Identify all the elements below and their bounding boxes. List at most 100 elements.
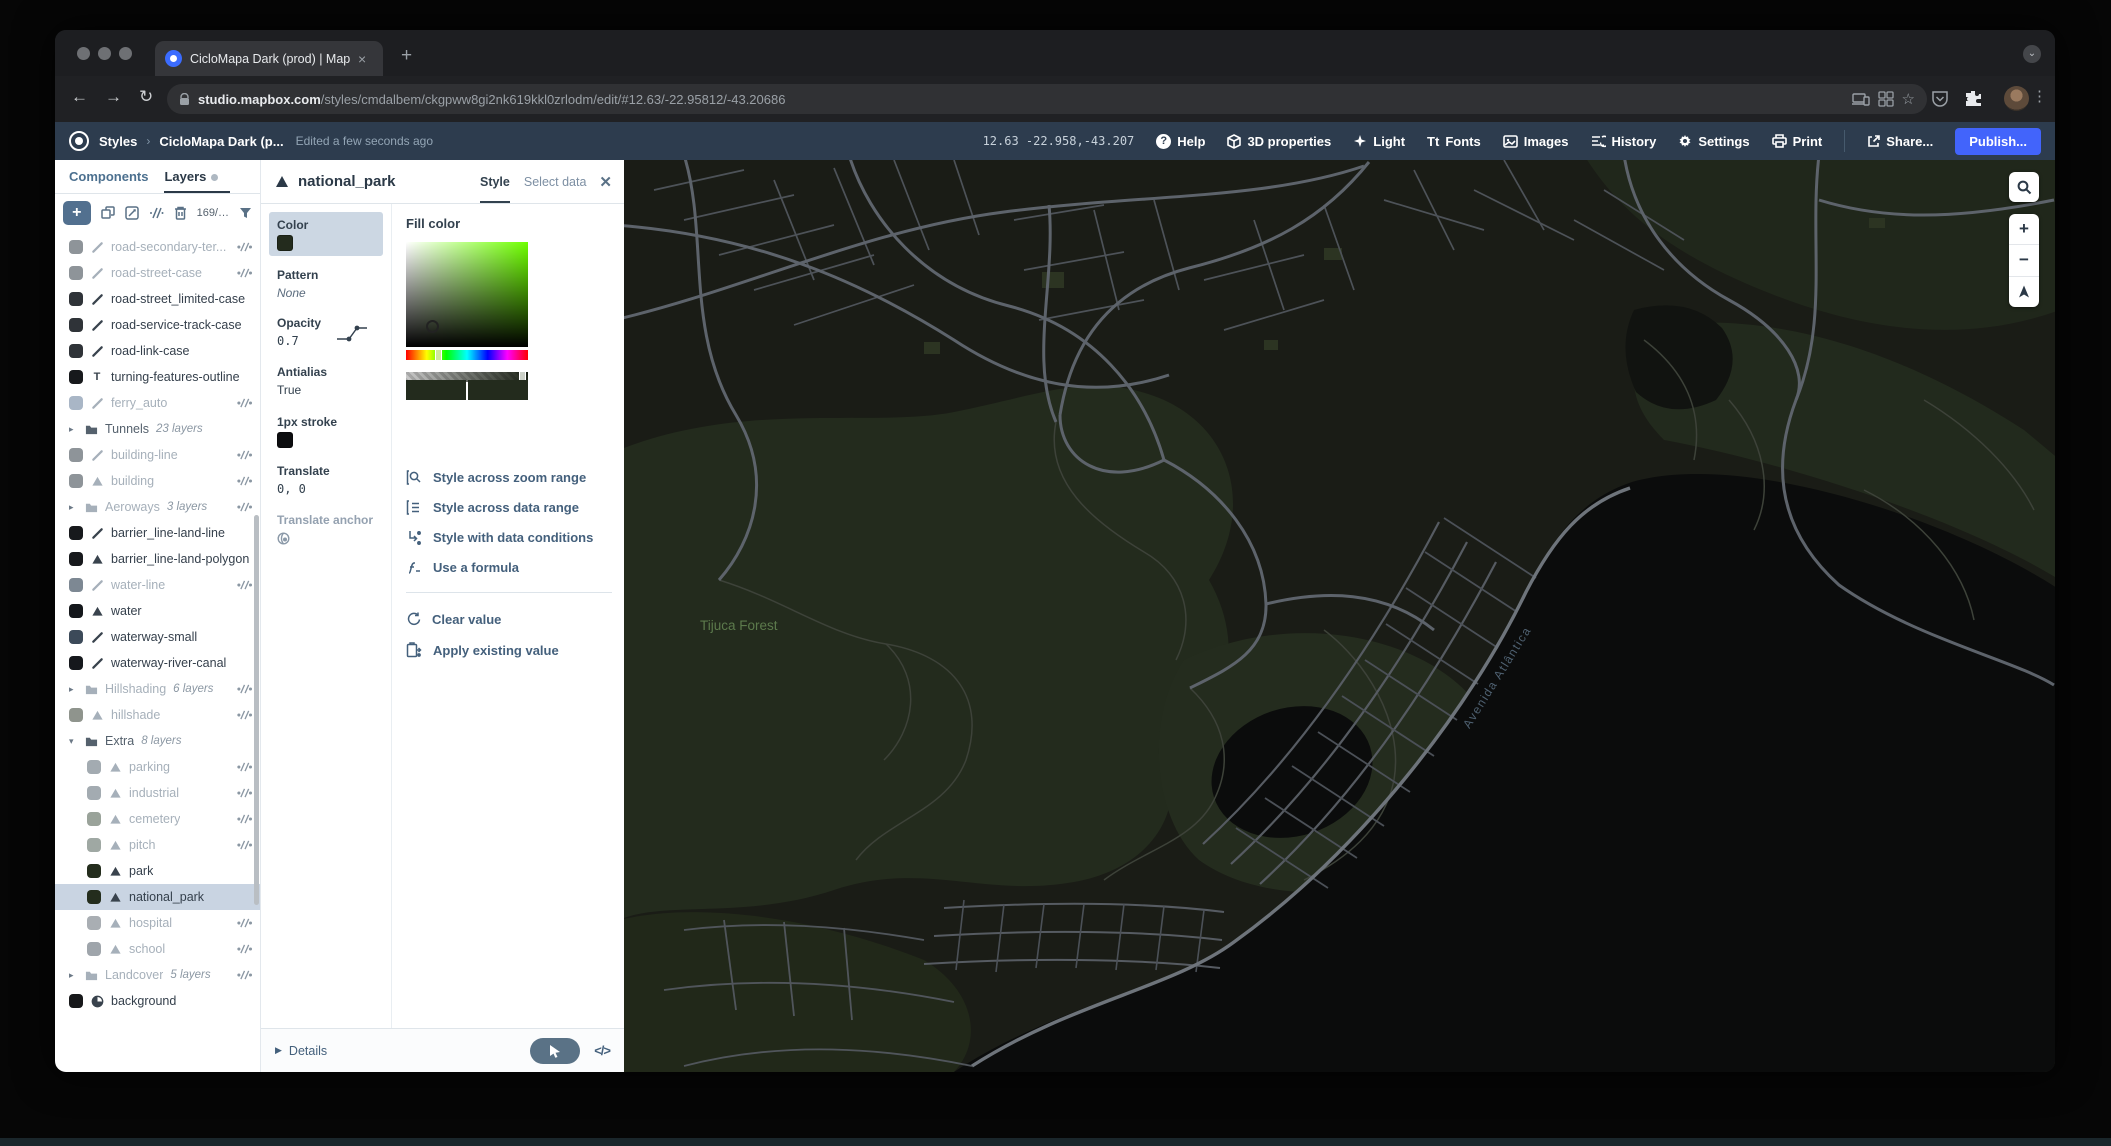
reload-button[interactable]: ↻ xyxy=(139,87,153,107)
delete-layer-icon[interactable] xyxy=(174,206,187,220)
layer-hidden-icon[interactable] xyxy=(237,918,252,928)
reading-mode-icon[interactable] xyxy=(1878,91,1894,107)
layer-hidden-icon[interactable] xyxy=(237,684,252,694)
layer-group-Landcover[interactable]: ▸Landcover5 layers xyxy=(55,962,260,988)
sidebar-scrollbar[interactable] xyxy=(254,515,259,905)
new-tab-button[interactable]: + xyxy=(401,46,412,65)
tab-style[interactable]: Style xyxy=(480,175,510,189)
layer-hidden-icon[interactable] xyxy=(237,242,252,252)
layer-row-water[interactable]: water xyxy=(55,598,260,624)
layer-hidden-icon[interactable] xyxy=(237,502,252,512)
layer-row-industrial[interactable]: industrial xyxy=(55,780,260,806)
url-bar[interactable]: studio.mapbox.com/styles/cmdalbem/ckgpww… xyxy=(167,84,1927,114)
extensions-puzzle-icon[interactable] xyxy=(1964,89,1983,108)
tab-close-icon[interactable]: × xyxy=(358,51,366,67)
layer-row-waterway-river-canal[interactable]: waterway-river-canal xyxy=(55,650,260,676)
caret-right-icon[interactable]: ▸ xyxy=(69,970,77,981)
layer-group-Aeroways[interactable]: ▸Aeroways3 layers xyxy=(55,494,260,520)
saturation-handle[interactable] xyxy=(426,320,439,333)
mapbox-logo[interactable] xyxy=(69,131,89,151)
tab-select-data[interactable]: Select data xyxy=(524,175,587,189)
layer-row-waterway-small[interactable]: waterway-small xyxy=(55,624,260,650)
hue-handle[interactable] xyxy=(435,349,442,361)
panel-close-icon[interactable]: ✕ xyxy=(599,173,612,191)
layer-row-road-street_limited-case[interactable]: road-street_limited-case xyxy=(55,286,260,312)
action-clear-value[interactable]: Clear value xyxy=(406,612,501,627)
maximize-window-button[interactable] xyxy=(119,47,132,60)
compass-button[interactable] xyxy=(2009,276,2039,307)
layer-hidden-icon[interactable] xyxy=(237,450,252,460)
3d-properties-button[interactable]: 3D properties xyxy=(1227,134,1331,149)
style-name[interactable]: CicloMapa Dark (p... xyxy=(159,134,283,149)
zoom-out-button[interactable]: − xyxy=(2009,244,2039,275)
layer-row-national_park[interactable]: national_park xyxy=(55,884,260,910)
map-search-button[interactable] xyxy=(2009,172,2039,202)
property-color[interactable]: Color xyxy=(269,212,383,256)
breadcrumb-styles[interactable]: Styles xyxy=(99,134,137,149)
publish-button[interactable]: Publish... xyxy=(1955,128,2041,155)
forward-button[interactable]: → xyxy=(105,87,122,107)
layer-row-building[interactable]: building xyxy=(55,468,260,494)
hue-slider[interactable] xyxy=(406,350,528,360)
layer-row-turning-features-outline[interactable]: Tturning-features-outline xyxy=(55,364,260,390)
tab-components[interactable]: Components xyxy=(69,169,148,184)
property-pattern[interactable]: Pattern None xyxy=(277,268,318,300)
toggle-hidden-icon[interactable] xyxy=(149,207,164,219)
layer-hidden-icon[interactable] xyxy=(237,970,252,980)
layer-row-road-service-track-case[interactable]: road-service-track-case xyxy=(55,312,260,338)
print-button[interactable]: Print xyxy=(1772,134,1823,149)
images-button[interactable]: Images xyxy=(1503,134,1569,149)
details-toggle[interactable]: ▶Details xyxy=(275,1044,327,1058)
layer-hidden-icon[interactable] xyxy=(237,710,252,720)
layer-hidden-icon[interactable] xyxy=(237,762,252,772)
layer-row-building-line[interactable]: building-line xyxy=(55,442,260,468)
layer-hidden-icon[interactable] xyxy=(237,840,252,850)
help-button[interactable]: ? Help xyxy=(1156,134,1205,149)
layer-row-road-link-case[interactable]: road-link-case xyxy=(55,338,260,364)
history-button[interactable]: History xyxy=(1591,134,1657,149)
property-translate-anchor[interactable]: Translate anchor xyxy=(277,513,373,550)
zoom-in-button[interactable]: + xyxy=(2009,214,2039,244)
minimize-window-button[interactable] xyxy=(98,47,111,60)
property-stroke[interactable]: 1px stroke xyxy=(277,415,337,448)
pocket-icon[interactable] xyxy=(1931,90,1949,108)
layer-group-Extra[interactable]: ▾Extra8 layers xyxy=(55,728,260,754)
property-antialias[interactable]: Antialias True xyxy=(277,365,327,397)
layer-row-water-line[interactable]: water-line xyxy=(55,572,260,598)
layer-row-cemetery[interactable]: cemetery xyxy=(55,806,260,832)
layer-hidden-icon[interactable] xyxy=(237,788,252,798)
layer-row-parking[interactable]: parking xyxy=(55,754,260,780)
map-canvas[interactable]: Tijuca Forest Avenida Atlântica + − xyxy=(624,160,2055,1072)
browser-tab[interactable]: CicloMapa Dark (prod) | Mapbo × xyxy=(155,41,383,76)
layer-row-hillshade[interactable]: hillshade xyxy=(55,702,260,728)
layer-row-road-secondary-ter...[interactable]: road-secondary-ter... xyxy=(55,234,260,260)
layer-row-background[interactable]: background xyxy=(55,988,260,1014)
layer-group-Hillshading[interactable]: ▸Hillshading6 layers xyxy=(55,676,260,702)
property-opacity[interactable]: Opacity 0.7 xyxy=(277,316,321,348)
layer-row-barrier_line-land-polygon[interactable]: barrier_line-land-polygon xyxy=(55,546,260,572)
layer-hidden-icon[interactable] xyxy=(237,814,252,824)
profile-avatar[interactable] xyxy=(2004,86,2029,111)
bookmark-star-icon[interactable]: ☆ xyxy=(1902,90,1915,108)
layer-row-barrier_line-land-line[interactable]: barrier_line-land-line xyxy=(55,520,260,546)
saturation-square[interactable] xyxy=(406,242,528,347)
tab-search-button[interactable]: ⌄ xyxy=(2023,45,2041,63)
layer-hidden-icon[interactable] xyxy=(237,268,252,278)
layer-row-park[interactable]: park xyxy=(55,858,260,884)
layer-row-hospital[interactable]: hospital xyxy=(55,910,260,936)
layer-row-pitch[interactable]: pitch xyxy=(55,832,260,858)
caret-down-icon[interactable]: ▾ xyxy=(69,736,77,747)
layer-group-Tunnels[interactable]: ▸Tunnels23 layers xyxy=(55,416,260,442)
layer-row-road-street-case[interactable]: road-street-case xyxy=(55,260,260,286)
browser-menu-icon[interactable]: ⋮ xyxy=(2032,87,2047,105)
share-button[interactable]: Share... xyxy=(1867,134,1933,149)
action-apply-existing-value[interactable]: Apply existing value xyxy=(406,642,559,658)
caret-right-icon[interactable]: ▸ xyxy=(69,424,77,435)
code-view-button[interactable]: </> xyxy=(594,1043,610,1058)
layer-row-ferry_auto[interactable]: ferry_auto xyxy=(55,390,260,416)
layer-hidden-icon[interactable] xyxy=(237,398,252,408)
action-use-a-formula[interactable]: Use a formula xyxy=(406,560,519,575)
property-translate[interactable]: Translate 0, 0 xyxy=(277,464,330,496)
edit-layer-icon[interactable] xyxy=(125,206,139,220)
action-style-across-zoom-range[interactable]: Style across zoom range xyxy=(406,470,586,485)
